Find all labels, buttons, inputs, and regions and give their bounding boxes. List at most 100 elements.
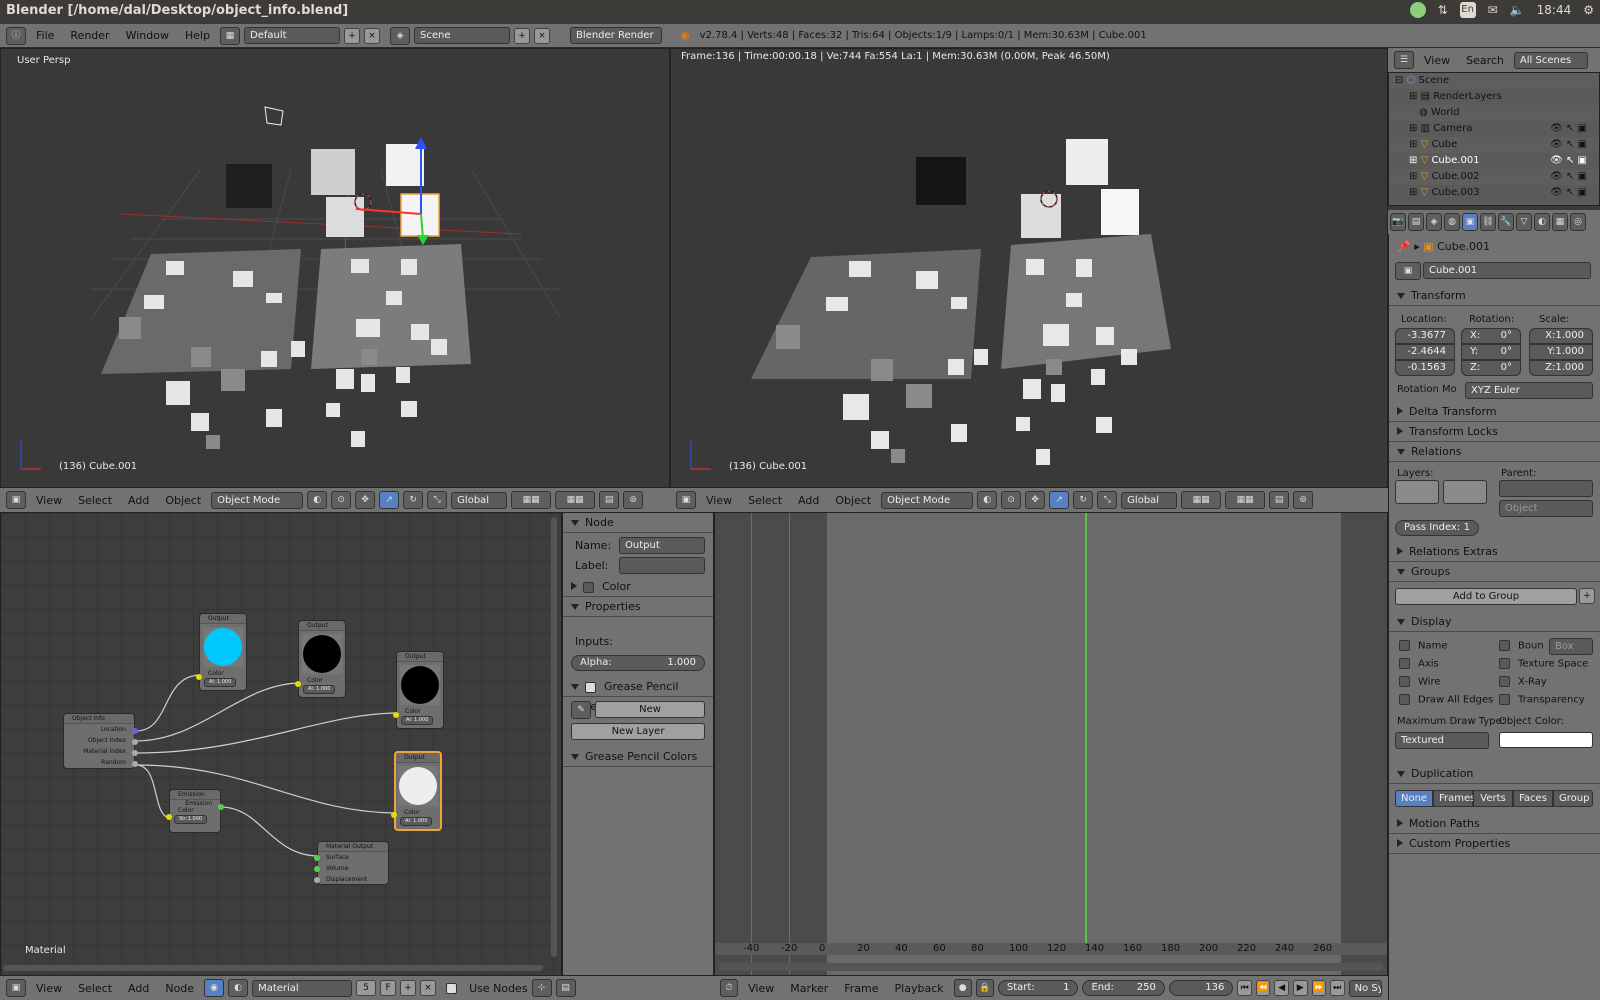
- rotation-y-field[interactable]: Y: 0°: [1461, 344, 1521, 360]
- editor-type-icon[interactable]: ▣: [6, 491, 26, 509]
- translate-icon-right[interactable]: ↗: [1049, 491, 1070, 509]
- socket-emission-out[interactable]: [218, 804, 224, 810]
- display-name-checkbox[interactable]: Name: [1399, 640, 1448, 652]
- tab-texture-icon[interactable]: ▦: [1552, 213, 1568, 231]
- editor-type-icon-right[interactable]: ▣: [676, 491, 696, 509]
- tab-physics-icon[interactable]: ◎: [1570, 213, 1586, 231]
- menu-help[interactable]: Help: [179, 29, 216, 42]
- lock-camera-icon-right[interactable]: ▤: [1269, 491, 1290, 509]
- keyboard-lang-indicator[interactable]: En: [1459, 2, 1476, 18]
- end-frame-field[interactable]: End: 250: [1082, 980, 1165, 996]
- scale-z-field[interactable]: Z:1.000: [1529, 360, 1593, 376]
- editor-type-outliner-icon[interactable]: ☰: [1394, 51, 1414, 69]
- menu-view[interactable]: View: [30, 494, 68, 507]
- rotation-z-field[interactable]: Z: 0°: [1461, 360, 1521, 376]
- delta-transform-header[interactable]: Delta Transform: [1389, 402, 1600, 422]
- alpha-field[interactable]: Al: 1.000: [400, 817, 433, 826]
- display-header[interactable]: Display: [1389, 612, 1600, 632]
- viewport-right[interactable]: Frame:136 | Time:00:00.18 | Ve:744 Fa:55…: [670, 48, 1388, 488]
- output-node-black-1[interactable]: Output Color Al: 1.000: [295, 620, 346, 698]
- next-key-icon[interactable]: ⏩: [1311, 980, 1327, 996]
- dup-frames-button[interactable]: Frames: [1433, 790, 1475, 807]
- shading-icon-right[interactable]: ◐: [977, 491, 998, 509]
- snap-icon-right[interactable]: ⊚: [1293, 491, 1314, 509]
- scene-field[interactable]: Scene: [414, 27, 511, 44]
- outliner-item-renderlayers[interactable]: ⊞ ▤ RenderLayers: [1389, 89, 1599, 105]
- play-icon[interactable]: ▶: [1292, 980, 1308, 996]
- outliner-item-camera[interactable]: ⊞ ▥ Camera 👁 ↖ ▣: [1389, 121, 1599, 137]
- scale-icon[interactable]: ⤡: [427, 491, 448, 509]
- location-z-field[interactable]: -0.1563: [1395, 360, 1455, 376]
- max-draw-type-select[interactable]: Textured: [1395, 732, 1489, 749]
- add-material-button[interactable]: +: [400, 980, 417, 996]
- node-color-panel-header[interactable]: Color: [563, 577, 713, 597]
- socket-color-in[interactable]: [393, 712, 399, 718]
- backdrop-icon[interactable]: ▤: [555, 979, 576, 997]
- socket-displacement[interactable]: [314, 877, 320, 883]
- transform-locks-header[interactable]: Transform Locks: [1389, 422, 1600, 442]
- remove-scene-button[interactable]: ×: [534, 27, 551, 44]
- gp-layers-header[interactable]: Grease Pencil Layers: [563, 677, 713, 713]
- emission-strength-field[interactable]: Str:1.000: [174, 815, 208, 824]
- tab-constraints-icon[interactable]: ⛓: [1480, 213, 1496, 231]
- menu-select[interactable]: Select: [72, 494, 118, 507]
- relations-header[interactable]: Relations: [1389, 442, 1600, 462]
- tab-data-icon[interactable]: ▽: [1516, 213, 1532, 231]
- layers-grid-right[interactable]: ▦▦: [1181, 491, 1222, 509]
- dup-verts-button[interactable]: Verts: [1473, 790, 1513, 807]
- keying-lock-icon[interactable]: 🔒: [975, 979, 994, 997]
- layers-grid-2[interactable]: ▦▦: [555, 491, 596, 509]
- current-frame-field[interactable]: 136: [1168, 980, 1234, 996]
- output-node-black-2[interactable]: Output Color Al: 1.000: [393, 651, 444, 729]
- mode-select[interactable]: Object Mode: [211, 491, 304, 509]
- socket-object-index[interactable]: [132, 739, 138, 745]
- outliner-menu-view[interactable]: View: [1418, 54, 1456, 67]
- display-xray-checkbox[interactable]: X-Ray: [1499, 676, 1547, 688]
- lock-camera-icon[interactable]: ▤: [599, 491, 620, 509]
- outliner-menu-search[interactable]: Search: [1460, 54, 1510, 67]
- gp-new-layer-button[interactable]: New Layer: [571, 723, 705, 740]
- menu-add-right[interactable]: Add: [792, 494, 825, 507]
- shader-nodes-icon[interactable]: ◉: [204, 979, 225, 997]
- timeline-menu-playback[interactable]: Playback: [889, 982, 950, 995]
- fake-user-button[interactable]: F: [380, 980, 397, 996]
- editor-type-info-icon[interactable]: ⓘ: [6, 26, 26, 45]
- transform-panel-header[interactable]: Transform: [1389, 286, 1600, 306]
- outliner-item-cube[interactable]: ⊞ ▽ Cube 👁 ↖ ▣: [1389, 137, 1599, 153]
- tab-world-icon[interactable]: ◍: [1444, 213, 1460, 231]
- rotation-mode-select[interactable]: XYZ Euler: [1465, 382, 1593, 399]
- rotate-icon[interactable]: ↻: [403, 491, 424, 509]
- node-label-field[interactable]: [619, 557, 705, 574]
- new-group-button[interactable]: +: [1579, 588, 1595, 604]
- menu-add[interactable]: Add: [122, 494, 155, 507]
- display-bounds-checkbox[interactable]: Boun: [1499, 640, 1544, 652]
- translate-icon[interactable]: ↗: [379, 491, 400, 509]
- editor-type-timeline-icon[interactable]: ⏱: [720, 979, 739, 997]
- bounds-type-select[interactable]: Box: [1549, 638, 1593, 655]
- outliner-item-cube003[interactable]: ⊞ ▽ Cube.003 👁 ↖ ▣: [1389, 185, 1599, 201]
- duplication-header[interactable]: Duplication: [1389, 764, 1600, 784]
- layers-grid-a[interactable]: [1395, 480, 1439, 504]
- record-icon[interactable]: ●: [953, 979, 972, 997]
- outliner-item-world[interactable]: ◍ World: [1389, 105, 1599, 121]
- start-frame-field[interactable]: Start: 1: [997, 980, 1079, 996]
- layers-grid[interactable]: ▦▦: [511, 491, 552, 509]
- node-menu-node[interactable]: Node: [159, 982, 200, 995]
- node-editor-canvas[interactable]: Object Info Location Object Index Materi…: [0, 512, 562, 976]
- outliner-item-cube002[interactable]: ⊞ ▽ Cube.002 👁 ↖ ▣: [1389, 169, 1599, 185]
- node-menu-view[interactable]: View: [30, 982, 68, 995]
- timeline-hscrollbar[interactable]: [719, 963, 1383, 971]
- material-browse-icon[interactable]: ◐: [228, 979, 249, 997]
- add-scene-button[interactable]: +: [514, 27, 531, 44]
- display-axis-checkbox[interactable]: Axis: [1399, 658, 1439, 670]
- object-info-node[interactable]: Object Info Location Object Index Materi…: [63, 713, 138, 769]
- socket-emission-color[interactable]: [166, 814, 172, 820]
- messenger-icon[interactable]: [1409, 2, 1426, 18]
- orientation-select[interactable]: Global: [451, 491, 508, 509]
- menu-select-right[interactable]: Select: [742, 494, 788, 507]
- object-color-swatch[interactable]: [1499, 732, 1593, 748]
- alpha-field[interactable]: Al: 1.000: [204, 678, 237, 687]
- dup-faces-button[interactable]: Faces: [1513, 790, 1553, 807]
- tab-material-icon[interactable]: ◐: [1534, 213, 1550, 231]
- jump-start-icon[interactable]: ⏮: [1237, 980, 1252, 996]
